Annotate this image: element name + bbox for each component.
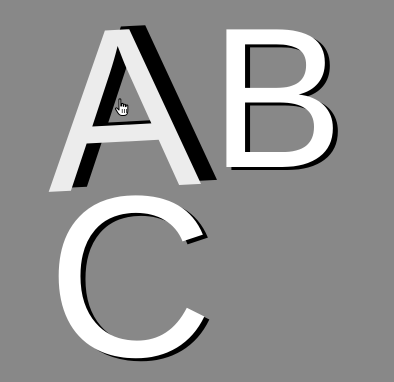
hand-pointer-icon <box>114 98 129 116</box>
letters-canvas: B B C C A A <box>0 0 394 382</box>
letter-b[interactable]: B <box>210 0 343 199</box>
